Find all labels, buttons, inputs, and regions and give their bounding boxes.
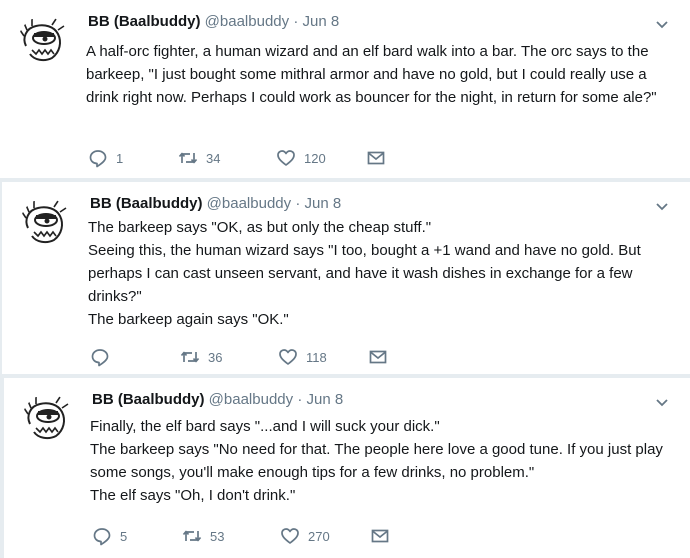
- like-count: 120: [304, 150, 326, 166]
- beholder-avatar-icon: [21, 199, 71, 249]
- tweet-actions: 5 53 270: [92, 525, 400, 547]
- tweet-actions: 36 118: [90, 346, 398, 368]
- direct-message-button[interactable]: [370, 526, 400, 546]
- retweet-count: 36: [208, 349, 223, 365]
- tweet-text: The barkeep says "OK, as but only the ch…: [88, 216, 670, 331]
- display-name[interactable]: BB (Baalbuddy): [90, 195, 203, 212]
- reply-button[interactable]: 1: [88, 148, 178, 168]
- user-handle[interactable]: @baalbuddy: [205, 13, 289, 30]
- avatar[interactable]: [18, 16, 70, 68]
- tweet-line: The elf says "Oh, I don't drink.": [90, 487, 296, 504]
- tweet-text: Finally, the elf bard says "...and I wil…: [90, 415, 670, 507]
- avatar[interactable]: [20, 198, 72, 250]
- direct-message-button[interactable]: [366, 148, 396, 168]
- tweet-date[interactable]: Jun 8: [306, 391, 343, 408]
- direct-message-button[interactable]: [368, 347, 398, 367]
- retweet-button[interactable]: 34: [178, 148, 276, 168]
- tweet-line: Finally, the elf bard says "...and I wil…: [90, 418, 440, 435]
- reply-icon: [91, 349, 109, 367]
- retweet-button[interactable]: 53: [182, 526, 280, 546]
- separator: ·: [297, 391, 303, 408]
- retweet-icon: [178, 152, 198, 164]
- tweet-date[interactable]: Jun 8: [302, 13, 339, 30]
- reply-count: 1: [116, 150, 124, 166]
- beholder-avatar-icon: [23, 395, 73, 445]
- display-name[interactable]: BB (Baalbuddy): [92, 391, 205, 408]
- heart-icon: [279, 349, 297, 365]
- like-button[interactable]: 118: [278, 347, 368, 367]
- retweet-count: 34: [206, 150, 221, 166]
- tweet-text: A half-orc fighter, a human wizard and a…: [86, 40, 670, 109]
- reply-button[interactable]: [90, 347, 180, 367]
- envelope-icon: [369, 350, 387, 364]
- tweet-header: BB (Baalbuddy) @baalbuddy · Jun 8: [90, 194, 341, 214]
- reply-icon: [89, 150, 107, 168]
- envelope-icon: [367, 151, 385, 165]
- tweet-line: The barkeep again says "OK.": [88, 311, 289, 328]
- chevron-down-icon[interactable]: [654, 394, 670, 410]
- tweet-line: The barkeep says "OK, as but only the ch…: [88, 219, 432, 236]
- reply-button[interactable]: 5: [92, 526, 182, 546]
- chevron-down-icon[interactable]: [654, 16, 670, 32]
- chevron-down-icon[interactable]: [654, 198, 670, 214]
- tweet-line: A half-orc fighter, a human wizard and a…: [86, 43, 657, 106]
- like-count: 270: [308, 528, 330, 544]
- display-name[interactable]: BB (Baalbuddy): [88, 13, 201, 30]
- separator: ·: [295, 195, 301, 212]
- reply-count: 5: [120, 528, 128, 544]
- tweet-actions: 1 34 120: [88, 147, 396, 169]
- tweet-date[interactable]: Jun 8: [304, 195, 341, 212]
- reply-icon: [93, 528, 111, 546]
- heart-icon: [277, 150, 295, 166]
- tweet-card-2[interactable]: BB (Baalbuddy) @baalbuddy · Jun 8 The ba…: [2, 182, 690, 374]
- heart-icon: [281, 528, 299, 544]
- tweet-header: BB (Baalbuddy) @baalbuddy · Jun 8: [92, 390, 343, 410]
- like-count: 118: [306, 349, 327, 365]
- like-button[interactable]: 270: [280, 526, 370, 546]
- user-handle[interactable]: @baalbuddy: [207, 195, 291, 212]
- retweet-icon: [180, 351, 200, 363]
- tweet-card-1[interactable]: BB (Baalbuddy) @baalbuddy · Jun 8 A half…: [0, 0, 690, 178]
- tweet-line: The barkeep says "No need for that. The …: [90, 441, 663, 481]
- beholder-avatar-icon: [19, 17, 69, 67]
- retweet-count: 53: [210, 528, 225, 544]
- avatar[interactable]: [22, 394, 74, 446]
- retweet-icon: [182, 530, 202, 542]
- tweet-line: Seeing this, the human wizard says "I to…: [88, 242, 641, 305]
- tweet-card-3[interactable]: BB (Baalbuddy) @baalbuddy · Jun 8 Finall…: [4, 378, 690, 558]
- tweet-header: BB (Baalbuddy) @baalbuddy · Jun 8: [88, 12, 339, 32]
- user-handle[interactable]: @baalbuddy: [209, 391, 293, 408]
- envelope-icon: [371, 529, 389, 543]
- retweet-button[interactable]: 36: [180, 347, 278, 367]
- like-button[interactable]: 120: [276, 148, 366, 168]
- separator: ·: [293, 13, 299, 30]
